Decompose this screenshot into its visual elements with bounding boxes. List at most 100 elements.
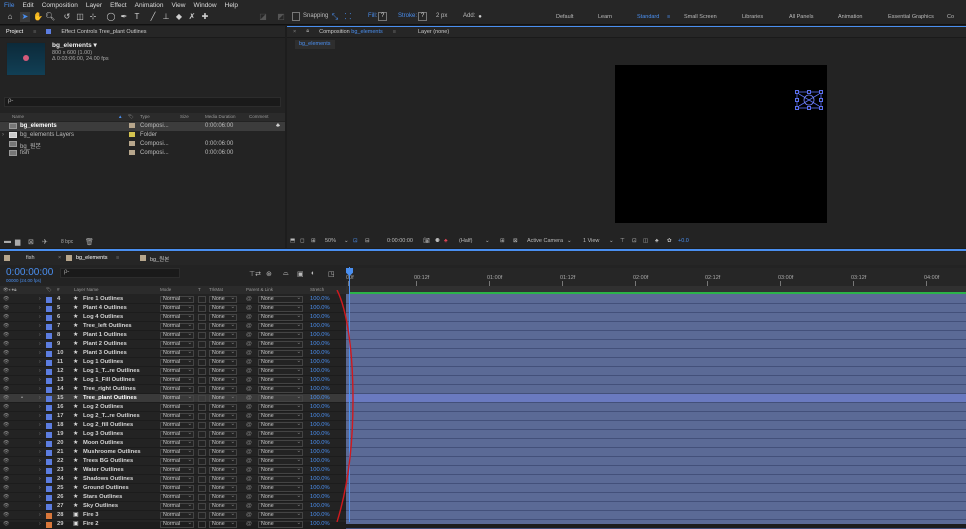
monitor-icon[interactable]: ◻ xyxy=(300,238,305,244)
layer-label-swatch[interactable] xyxy=(46,368,52,375)
preserve-transparency-checkbox[interactable] xyxy=(198,458,206,465)
parent-dropdown[interactable]: None xyxy=(258,404,303,411)
layer-name[interactable]: Tree_right Outlines xyxy=(83,386,136,392)
comp-mini-flowchart-icon[interactable]: ⊤⇄ xyxy=(249,270,261,278)
preserve-transparency-checkbox[interactable] xyxy=(198,449,206,456)
puppet-tool-icon[interactable]: ✚ xyxy=(200,12,210,22)
camera-dropdown[interactable]: Active Camera xyxy=(527,238,563,244)
col-mode[interactable]: Mode xyxy=(160,287,171,292)
exposure-value[interactable]: +0.0 xyxy=(678,238,689,244)
track-matte-dropdown[interactable]: None xyxy=(209,422,237,429)
track-matte-dropdown[interactable]: None xyxy=(209,359,237,366)
eye-icon[interactable]: 👁︎ xyxy=(3,314,9,320)
stroke-swatch[interactable]: ? xyxy=(418,12,428,21)
comp-subtab[interactable]: bg_elements xyxy=(295,40,335,49)
layer-label-swatch[interactable] xyxy=(46,359,52,366)
blend-mode-dropdown[interactable]: Normal xyxy=(160,431,194,438)
col-layer-name[interactable]: Layer Name xyxy=(74,287,99,292)
pickwhip-icon[interactable]: @ xyxy=(246,386,252,392)
preserve-transparency-checkbox[interactable] xyxy=(198,350,206,357)
menu-item-help[interactable]: Help xyxy=(225,2,238,9)
layer-row[interactable]: 👁︎ › 17 ★ Log 2_T...re Outlines Normal None @ No… xyxy=(0,412,346,421)
blend-mode-dropdown[interactable]: Normal xyxy=(160,359,194,366)
preserve-transparency-checkbox[interactable] xyxy=(198,341,206,348)
parent-dropdown[interactable]: None xyxy=(258,368,303,375)
parent-dropdown[interactable]: None xyxy=(258,476,303,483)
chevron-right-icon[interactable]: › xyxy=(39,440,41,446)
preserve-transparency-checkbox[interactable] xyxy=(198,422,206,429)
workspace-8[interactable]: Co xyxy=(947,14,954,20)
type-tool-icon[interactable]: T xyxy=(132,12,142,22)
preserve-transparency-checkbox[interactable] xyxy=(198,386,206,393)
layer-label-swatch[interactable] xyxy=(46,404,52,411)
layer-row[interactable]: 👁︎ › 20 ★ Moon Outlines Normal None @ None 100.0% xyxy=(0,439,346,448)
layer-name[interactable]: Mushroome Outlines xyxy=(83,449,141,455)
preserve-transparency-checkbox[interactable] xyxy=(198,359,206,366)
layer-name[interactable]: Log 1 Outlines xyxy=(83,359,123,365)
layer-row[interactable]: 👁︎ › 25 ★ Ground Outlines Normal None @ None 100.… xyxy=(0,484,346,493)
current-time[interactable]: 0:00:00:00 xyxy=(387,238,413,244)
track-matte-dropdown[interactable]: None xyxy=(209,305,237,312)
chevron-down-icon[interactable]: ⌄ xyxy=(609,238,614,244)
col-stretch[interactable]: Stretch xyxy=(310,287,324,292)
layer-label-swatch[interactable] xyxy=(46,485,52,492)
pickwhip-icon[interactable]: @ xyxy=(246,458,252,464)
label-swatch[interactable] xyxy=(129,150,135,155)
stretch-value[interactable]: 100.0% xyxy=(310,332,330,338)
stretch-value[interactable]: 100.0% xyxy=(310,341,330,347)
eye-icon[interactable]: 👁︎ xyxy=(3,404,9,410)
stroke-width[interactable]: 2 px xyxy=(436,13,447,19)
chevron-right-icon[interactable]: › xyxy=(39,485,41,491)
parent-dropdown[interactable]: None xyxy=(258,332,303,339)
eye-icon[interactable]: 👁︎ xyxy=(3,494,9,500)
pickwhip-icon[interactable]: @ xyxy=(246,332,252,338)
transform-handle[interactable] xyxy=(819,98,823,102)
preserve-transparency-checkbox[interactable] xyxy=(198,431,206,438)
bpc-label[interactable]: 8 bpc xyxy=(61,239,73,245)
panel-menu-icon[interactable]: ≡ xyxy=(33,29,36,35)
workspace-3[interactable]: Small Screen xyxy=(684,14,717,20)
track-matte-dropdown[interactable]: None xyxy=(209,476,237,483)
rotate-tool-icon[interactable]: ↺ xyxy=(62,12,72,22)
eye-icon[interactable]: 👁︎ xyxy=(3,305,9,311)
parent-dropdown[interactable]: None xyxy=(258,521,303,528)
timeline-timecode[interactable]: 0:00:00:00 xyxy=(6,267,53,278)
preserve-transparency-checkbox[interactable] xyxy=(198,314,206,321)
layer-row[interactable]: 👁︎ › 18 ★ Log 2_fill Outlines Normal None @ None… xyxy=(0,421,346,430)
view-layout-dropdown[interactable]: 1 View xyxy=(583,238,599,244)
layer-label-swatch[interactable] xyxy=(46,296,52,303)
layer-row[interactable]: 👁︎ › 13 ★ Log 1_Fill Outlines Normal None @ None… xyxy=(0,376,346,385)
label-swatch[interactable] xyxy=(129,132,135,137)
transparency-grid-icon[interactable]: ⊟ xyxy=(365,238,370,244)
pixel-aspect-icon[interactable]: ⊤ xyxy=(620,238,625,244)
project-item[interactable]: bg_elements Composi... 0:00:06:00 ♣ xyxy=(0,122,285,131)
workspace-5[interactable]: All Panels xyxy=(789,14,813,20)
world-axis-icon[interactable]: ◩ xyxy=(276,12,286,22)
stretch-value[interactable]: 100.0% xyxy=(310,296,330,302)
eye-icon[interactable]: 👁︎ xyxy=(3,323,9,329)
layer-label-swatch[interactable] xyxy=(46,458,52,465)
stroke-label[interactable]: Stroke: xyxy=(398,13,417,19)
add-property-icon[interactable]: ● xyxy=(475,12,485,22)
blend-mode-dropdown[interactable]: Normal xyxy=(160,476,194,483)
pickwhip-icon[interactable]: @ xyxy=(246,296,252,302)
chevron-down-icon[interactable]: ⌄ xyxy=(485,238,490,244)
track-matte-dropdown[interactable]: None xyxy=(209,503,237,510)
track-matte-dropdown[interactable]: None xyxy=(209,512,237,519)
chevron-right-icon[interactable]: › xyxy=(39,467,41,473)
layer-name[interactable]: Tree_plant Outlines xyxy=(83,395,137,401)
col-parent[interactable]: Parent & Link xyxy=(246,287,273,292)
layer-label-swatch[interactable] xyxy=(46,350,52,357)
chevron-right-icon[interactable]: › xyxy=(39,368,41,374)
layer-label-swatch[interactable] xyxy=(46,512,52,519)
blend-mode-dropdown[interactable]: Normal xyxy=(160,332,194,339)
layer-name[interactable]: Trees BG Outlines xyxy=(83,458,133,464)
eye-icon[interactable]: 👁︎ xyxy=(3,422,9,428)
layer-name[interactable]: Log 4 Outlines xyxy=(83,314,123,320)
snapshot-icon[interactable]: 📷︎ xyxy=(423,238,430,244)
zoom-tool-icon[interactable]: 🔍︎ xyxy=(45,12,55,22)
pan-behind-tool-icon[interactable]: ⊹ xyxy=(88,12,98,22)
stretch-value[interactable]: 100.0% xyxy=(310,503,330,509)
pickwhip-icon[interactable]: @ xyxy=(246,314,252,320)
layer-row[interactable]: 👁︎ • › 15 ★ Tree_plant Outlines Normal None @ Non… xyxy=(0,394,346,403)
